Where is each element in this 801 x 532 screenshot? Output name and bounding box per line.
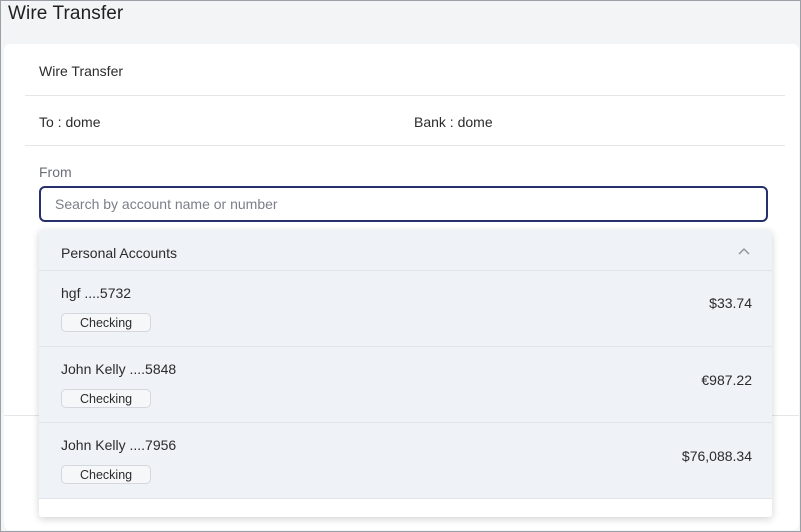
- from-label: From: [39, 164, 72, 180]
- account-name: John Kelly ....7956: [61, 437, 177, 453]
- account-balance: €987.22: [701, 372, 752, 388]
- divider: [25, 145, 785, 146]
- dropdown-footer: [39, 499, 772, 517]
- card-title: Wire Transfer: [39, 63, 124, 79]
- account-name: John Kelly ....5848: [61, 361, 177, 377]
- recipient-to: To : dome: [39, 114, 101, 130]
- app-frame: Wire Transfer Wire Transfer To : dome Ba…: [0, 0, 801, 532]
- divider: [25, 95, 785, 96]
- account-balance: $33.74: [709, 295, 752, 311]
- account-search-input[interactable]: [39, 186, 768, 222]
- account-option[interactable]: hgf ....5732 Checking $33.74: [39, 271, 772, 347]
- account-option[interactable]: John Kelly ....7956 Checking $76,088.34: [39, 423, 772, 499]
- account-type-badge: Checking: [61, 389, 152, 408]
- account-dropdown: Personal Accounts hgf ....5732 Checking …: [39, 230, 772, 517]
- account-option[interactable]: John Kelly ....5848 Checking €987.22: [39, 347, 772, 423]
- chevron-up-icon[interactable]: [738, 246, 750, 258]
- group-label: Personal Accounts: [61, 245, 177, 261]
- recipient-bank: Bank : dome: [414, 114, 493, 130]
- account-type-badge: Checking: [61, 313, 152, 332]
- account-balance: $76,088.34: [681, 448, 752, 464]
- account-name: hgf ....5732: [61, 285, 132, 301]
- page-title: Wire Transfer: [8, 3, 124, 24]
- account-type-badge: Checking: [61, 465, 152, 484]
- group-header-personal-accounts[interactable]: Personal Accounts: [39, 230, 772, 271]
